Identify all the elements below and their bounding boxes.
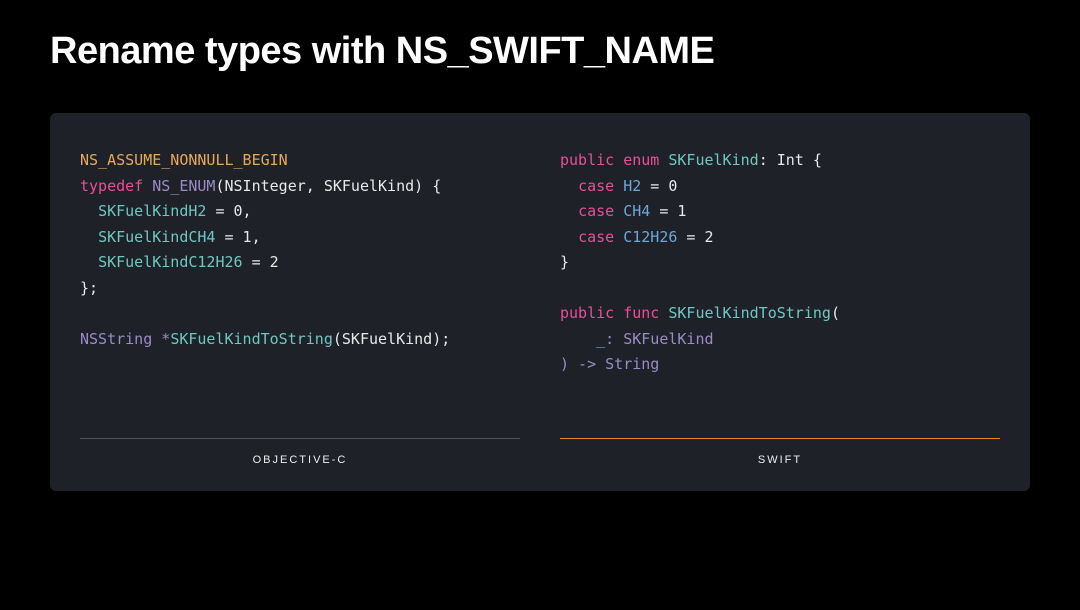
func-kw: func <box>623 304 659 322</box>
page-title: Rename types with NS_SWIFT_NAME <box>50 30 1030 73</box>
fn-args: (SKFuelKind); <box>333 330 450 348</box>
objc-column: NS_ASSUME_NONNULL_BEGIN typedef NS_ENUM(… <box>80 148 520 466</box>
public-kw: public <box>560 151 614 169</box>
lang-label-swift: SWIFT <box>560 439 1000 466</box>
enum-close: } <box>560 253 569 271</box>
case-val: = 0 <box>641 177 677 195</box>
enum-case: SKFuelKindCH4 <box>98 228 215 246</box>
arg-type: : SKFuelKind <box>605 330 713 348</box>
case-name: C12H26 <box>623 228 677 246</box>
case-name: H2 <box>623 177 641 195</box>
fn-open: ( <box>831 304 840 322</box>
arg-label: _ <box>596 330 605 348</box>
enum-case: SKFuelKindC12H26 <box>98 253 243 271</box>
enum-val: = 2 <box>243 253 279 271</box>
enum-val: = 1, <box>215 228 260 246</box>
swift-code: public enum SKFuelKind: Int { case H2 = … <box>560 148 1000 428</box>
type-sig: : Int { <box>759 151 822 169</box>
case-name: CH4 <box>623 202 650 220</box>
case-val: = 2 <box>677 228 713 246</box>
enum-close: }; <box>80 279 98 297</box>
case-val: = 1 <box>650 202 686 220</box>
slide: Rename types with NS_SWIFT_NAME NS_ASSUM… <box>0 0 1080 521</box>
nsenum-kw: NS_ENUM <box>152 177 215 195</box>
objc-code: NS_ASSUME_NONNULL_BEGIN typedef NS_ENUM(… <box>80 148 520 428</box>
macro: NS_ASSUME_NONNULL_BEGIN <box>80 151 288 169</box>
public-kw: public <box>560 304 614 322</box>
lang-label-objc: OBJECTIVE-C <box>80 439 520 466</box>
enum-args: (NSInteger, SKFuelKind) { <box>215 177 441 195</box>
enum-case: SKFuelKindH2 <box>98 202 206 220</box>
typedef-kw: typedef <box>80 177 143 195</box>
return-sig: ) -> String <box>560 355 659 373</box>
swift-column: public enum SKFuelKind: Int { case H2 = … <box>560 148 1000 466</box>
type-name: SKFuelKind <box>668 151 758 169</box>
code-panel: NS_ASSUME_NONNULL_BEGIN typedef NS_ENUM(… <box>50 113 1030 491</box>
fn-name: SKFuelKindToString <box>170 330 333 348</box>
enum-kw: enum <box>623 151 659 169</box>
case-kw: case <box>578 177 614 195</box>
case-kw: case <box>578 228 614 246</box>
case-kw: case <box>578 202 614 220</box>
return-type: NSString * <box>80 330 170 348</box>
enum-val: = 0, <box>206 202 251 220</box>
fn-name: SKFuelKindToString <box>668 304 831 322</box>
